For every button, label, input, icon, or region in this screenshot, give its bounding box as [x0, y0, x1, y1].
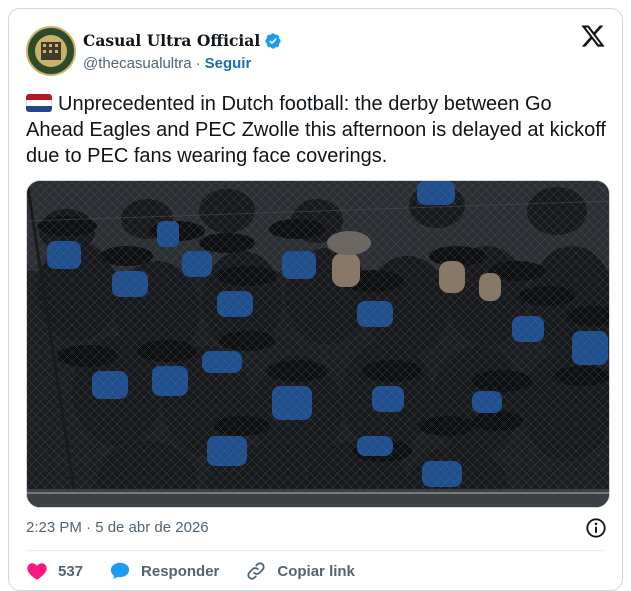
- link-icon: [247, 562, 265, 580]
- tweet-text: Unprecedented in Dutch football: the der…: [26, 91, 611, 169]
- handle-row: @thecasualultra · Seguir: [83, 55, 251, 72]
- name-row: Casual Ultra Official: [83, 31, 282, 50]
- copy-link-button[interactable]: Copiar link: [245, 560, 355, 582]
- netherlands-flag-icon: [26, 94, 52, 112]
- verified-badge-icon: [265, 32, 281, 49]
- like-button[interactable]: 537: [26, 560, 83, 582]
- copy-link-label: Copiar link: [277, 562, 355, 580]
- divider: [26, 550, 605, 551]
- tweet-body: Unprecedented in Dutch football: the der…: [26, 93, 606, 167]
- follow-button[interactable]: Seguir: [205, 55, 252, 72]
- action-bar: 537 Responder Copiar link: [26, 559, 381, 583]
- reply-button[interactable]: Responder: [109, 560, 219, 582]
- avatar[interactable]: [26, 26, 76, 76]
- handle-separator: ·: [195, 55, 201, 72]
- info-icon[interactable]: [585, 517, 607, 539]
- speech-bubble-icon: [110, 562, 130, 580]
- tweet-photo[interactable]: [26, 180, 610, 508]
- heart-icon: [27, 563, 47, 580]
- tweet-timestamp[interactable]: 2:23 PM · 5 de abr de 2026: [26, 519, 209, 536]
- display-name[interactable]: Casual Ultra Official: [83, 31, 260, 50]
- reply-label: Responder: [141, 562, 220, 580]
- handle[interactable]: @thecasualultra: [83, 55, 192, 72]
- tweet-card: Casual Ultra Official @thecasualultra · …: [8, 8, 623, 591]
- like-count: 537: [58, 562, 84, 580]
- x-logo-icon[interactable]: [580, 23, 606, 49]
